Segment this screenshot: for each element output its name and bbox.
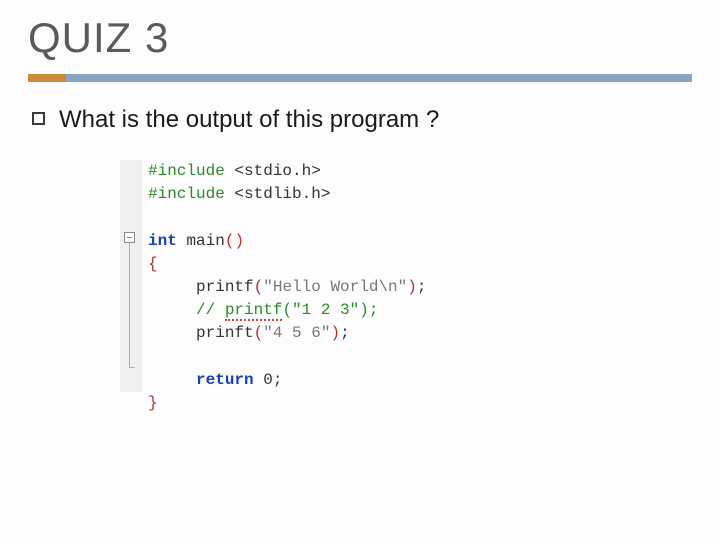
keyword: return [196, 371, 254, 389]
header-name: <stdlib.h> [234, 185, 330, 203]
code-block: #include <stdio.h> #include <stdlib.h> i… [120, 160, 692, 415]
code-line: { [148, 253, 426, 276]
slide-title: QUIZ 3 [28, 14, 692, 62]
fold-icon [124, 232, 135, 243]
divider-line [66, 74, 692, 82]
keyword: int [148, 232, 177, 250]
semicolon: ; [273, 371, 283, 389]
paren: ) [234, 232, 244, 250]
semicolon: ; [417, 278, 427, 296]
bullet-icon [32, 112, 45, 125]
code-line [148, 206, 426, 229]
comment-prefix: // [196, 301, 225, 319]
string-literal: "Hello World\n" [263, 278, 407, 296]
indent [148, 301, 196, 319]
fold-guide-corner [129, 367, 135, 368]
code-line: // printf("1 2 3"); [148, 299, 426, 322]
preprocessor: #include [148, 162, 234, 180]
code-line: int main() [148, 230, 426, 253]
function-call: prinft [196, 324, 254, 342]
code-gutter [120, 160, 142, 392]
bullet-item: What is the output of this program ? [28, 106, 692, 134]
paren: ) [330, 324, 340, 342]
comment-tail: ("1 2 3"); [282, 301, 378, 319]
paren: ( [225, 232, 235, 250]
brace: { [148, 255, 158, 273]
code-line: #include <stdio.h> [148, 160, 426, 183]
string-literal: "4 5 6" [263, 324, 330, 342]
function-call: printf [196, 278, 254, 296]
title-divider [28, 68, 692, 88]
function-name: main [177, 232, 225, 250]
fold-guide-line [129, 243, 130, 367]
question-text: What is the output of this program ? [59, 106, 439, 134]
semicolon: ; [340, 324, 350, 342]
return-value: 0 [254, 371, 273, 389]
header-name: <stdio.h> [234, 162, 320, 180]
code-line: prinft("4 5 6"); [148, 322, 426, 345]
code-line: return 0; [148, 369, 426, 392]
code-line: printf("Hello World\n"); [148, 276, 426, 299]
paren: ( [254, 278, 264, 296]
code-line [148, 346, 426, 369]
comment: // printf("1 2 3"); [196, 301, 378, 321]
code-content: #include <stdio.h> #include <stdlib.h> i… [142, 160, 426, 415]
code-line: #include <stdlib.h> [148, 183, 426, 206]
preprocessor: #include [148, 185, 234, 203]
squiggle-underline: printf [225, 301, 283, 321]
divider-accent [28, 74, 66, 82]
brace: } [148, 394, 158, 412]
indent [148, 371, 196, 389]
indent [148, 324, 196, 342]
code-line: } [148, 392, 426, 415]
paren: ( [254, 324, 264, 342]
indent [148, 278, 196, 296]
paren: ) [407, 278, 417, 296]
